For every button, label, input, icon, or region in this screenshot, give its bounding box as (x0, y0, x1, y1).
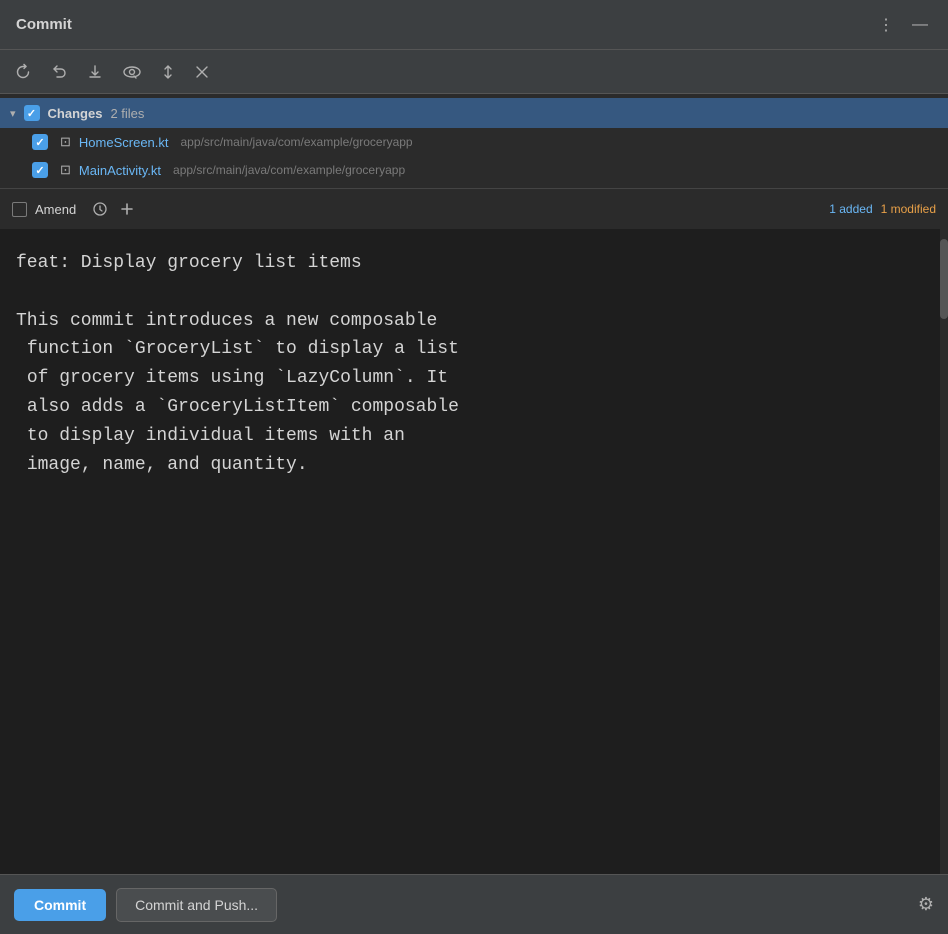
commit-push-button[interactable]: Commit and Push... (116, 888, 277, 922)
scrollbar-track (940, 229, 948, 874)
close-button[interactable]: — (908, 14, 932, 36)
close-icon (194, 64, 210, 80)
toolbar (0, 50, 948, 94)
preview-button[interactable] (120, 61, 144, 83)
commit-message-area[interactable]: feat: Display grocery list items This co… (0, 229, 948, 874)
changes-count: 2 files (110, 106, 144, 121)
file-name-homescreen: HomeScreen.kt (79, 135, 169, 150)
amend-stats: 1 added 1 modified (829, 202, 936, 216)
refresh-icon (14, 63, 32, 81)
window-title: Commit (16, 16, 72, 33)
amend-checkbox[interactable] (12, 202, 27, 217)
changes-checkbox[interactable] (24, 105, 40, 121)
file-path-mainactivity: app/src/main/java/com/example/groceryapp (173, 163, 405, 177)
file-checkbox-homescreen[interactable] (32, 134, 48, 150)
file-path-homescreen: app/src/main/java/com/example/groceryapp (181, 135, 413, 149)
changes-group-row[interactable]: ▾ Changes 2 files (0, 98, 948, 128)
file-name-mainactivity: MainActivity.kt (79, 163, 161, 178)
commit-button[interactable]: Commit (14, 889, 106, 921)
file-icon-mainactivity: ⊡ (60, 162, 71, 178)
title-bar-controls: ⋮ — (874, 13, 932, 37)
arrows-icon (160, 63, 176, 81)
refresh-button[interactable] (12, 61, 34, 83)
menu-button[interactable]: ⋮ (874, 13, 898, 37)
clock-icon (92, 201, 108, 217)
plus-icon (120, 202, 134, 216)
commit-window: Commit ⋮ — (0, 0, 948, 934)
bottom-bar: Commit Commit and Push... ⚙ (0, 874, 948, 934)
eye-icon (122, 63, 142, 81)
changes-label: Changes (48, 106, 103, 121)
download-button[interactable] (84, 61, 106, 83)
title-bar: Commit ⋮ — (0, 0, 948, 50)
settings-button[interactable]: ⚙ (918, 894, 934, 915)
gear-icon: ⚙ (918, 894, 934, 914)
chevron-icon: ▾ (10, 107, 16, 120)
file-checkbox-mainactivity[interactable] (32, 162, 48, 178)
amend-row: Amend 1 added 1 modified (0, 188, 948, 229)
arrows-button[interactable] (158, 61, 178, 83)
history-button[interactable] (90, 199, 110, 219)
file-row-homescreen[interactable]: ⊡ HomeScreen.kt app/src/main/java/com/ex… (0, 128, 948, 156)
toolbar-close-button[interactable] (192, 62, 212, 82)
modified-badge: 1 modified (881, 202, 936, 216)
file-icon-homescreen: ⊡ (60, 134, 71, 150)
amend-label: Amend (35, 202, 76, 217)
undo-icon (50, 63, 68, 81)
scrollbar-thumb[interactable] (940, 239, 948, 319)
files-section: ▾ Changes 2 files ⊡ HomeScreen.kt app/sr… (0, 94, 948, 188)
file-row-mainactivity[interactable]: ⊡ MainActivity.kt app/src/main/java/com/… (0, 156, 948, 184)
commit-message-text: feat: Display grocery list items This co… (16, 249, 932, 479)
download-icon (86, 63, 104, 81)
undo-button[interactable] (48, 61, 70, 83)
added-badge: 1 added (829, 202, 872, 216)
add-button[interactable] (118, 200, 136, 218)
